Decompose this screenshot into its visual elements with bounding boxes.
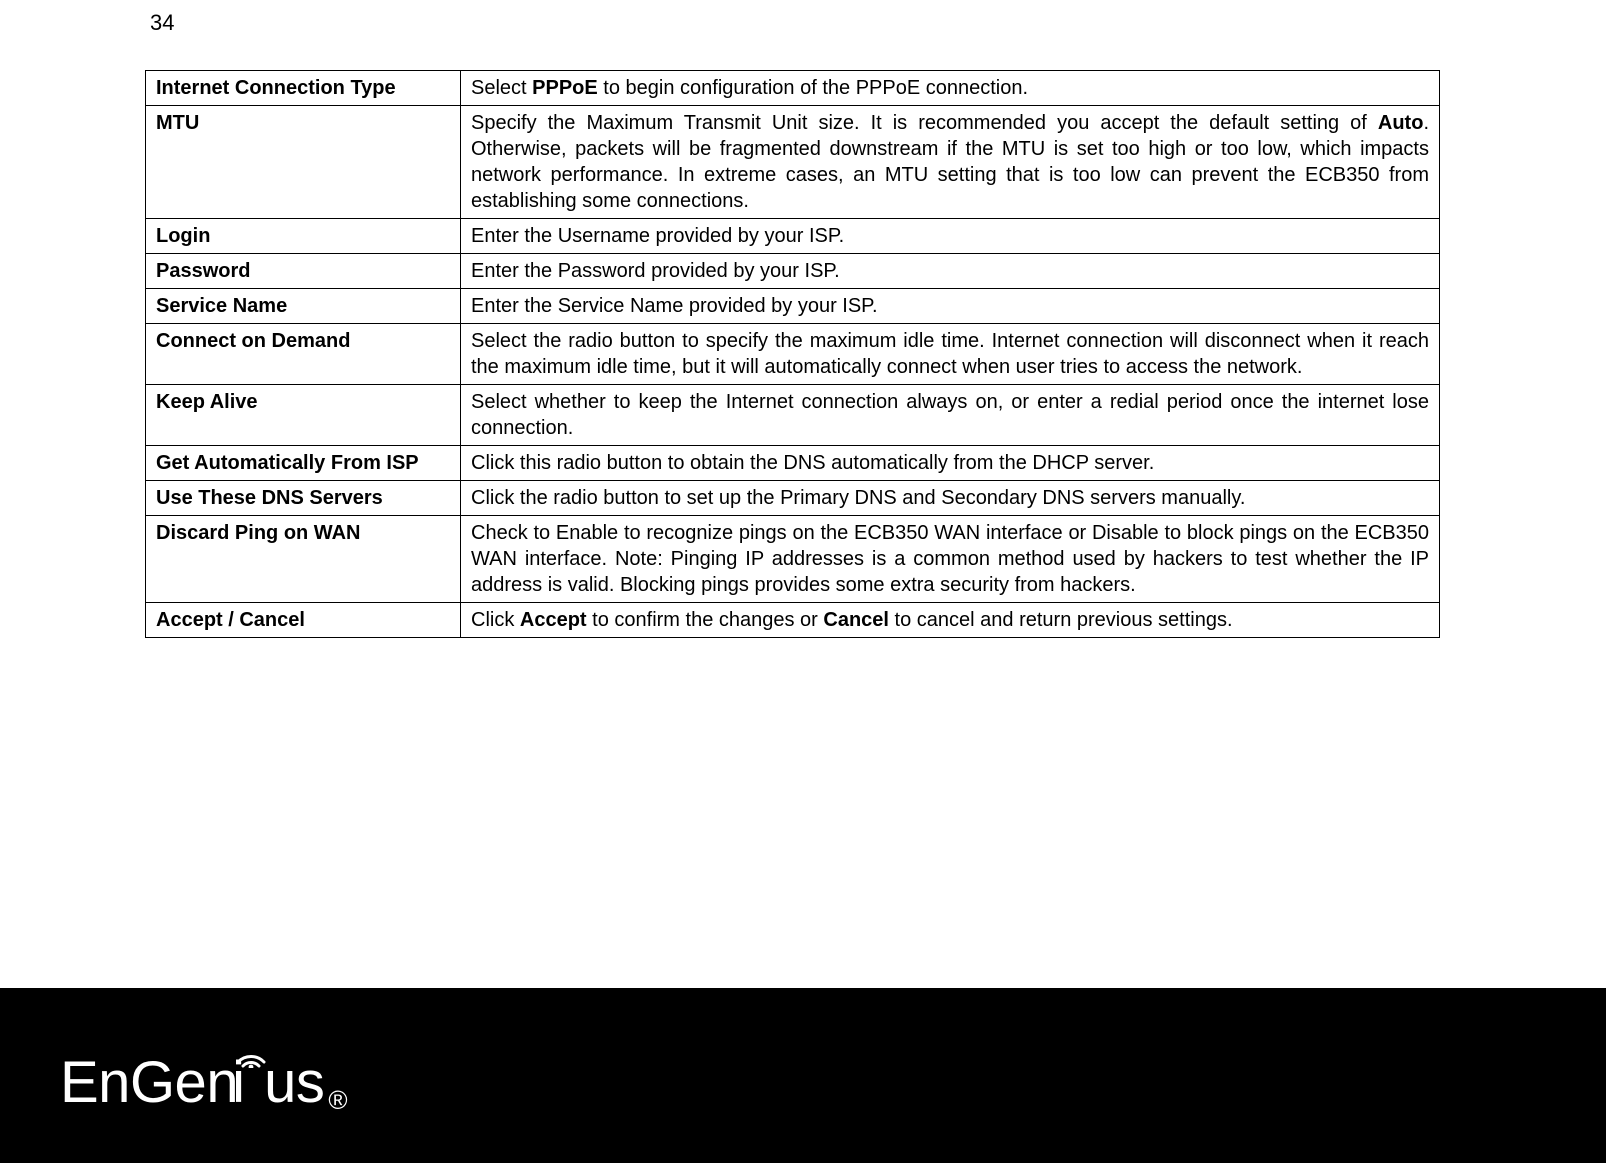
table-row: LoginEnter the Username provided by your… bbox=[146, 219, 1440, 254]
setting-label: Accept / Cancel bbox=[146, 603, 461, 638]
setting-description: Check to Enable to recognize pings on th… bbox=[461, 516, 1440, 603]
settings-table: Internet Connection TypeSelect PPPoE to … bbox=[145, 70, 1440, 638]
setting-label: Password bbox=[146, 254, 461, 289]
wifi-icon: i i bbox=[232, 1049, 270, 1116]
table-row: Keep AliveSelect whether to keep the Int… bbox=[146, 385, 1440, 446]
setting-label: Get Automatically From ISP bbox=[146, 446, 461, 481]
setting-description: Enter the Password provided by your ISP. bbox=[461, 254, 1440, 289]
table-row: Discard Ping on WANCheck to Enable to re… bbox=[146, 516, 1440, 603]
table-row: Internet Connection TypeSelect PPPoE to … bbox=[146, 71, 1440, 106]
table-row: Use These DNS ServersClick the radio but… bbox=[146, 481, 1440, 516]
table-row: Service NameEnter the Service Name provi… bbox=[146, 289, 1440, 324]
setting-description: Select whether to keep the Internet conn… bbox=[461, 385, 1440, 446]
brand-text-right: us bbox=[264, 1049, 324, 1116]
registered-mark: ® bbox=[328, 1085, 347, 1116]
table-row: Connect on DemandSelect the radio button… bbox=[146, 324, 1440, 385]
setting-label: Discard Ping on WAN bbox=[146, 516, 461, 603]
setting-description: Click Accept to confirm the changes or C… bbox=[461, 603, 1440, 638]
table-row: PasswordEnter the Password provided by y… bbox=[146, 254, 1440, 289]
setting-label: Internet Connection Type bbox=[146, 71, 461, 106]
setting-description: Specify the Maximum Transmit Unit size. … bbox=[461, 106, 1440, 219]
setting-label: Use These DNS Servers bbox=[146, 481, 461, 516]
document-page: 34 Internet Connection TypeSelect PPPoE … bbox=[0, 0, 1606, 1163]
page-number: 34 bbox=[150, 10, 174, 36]
setting-description: Select the radio button to specify the m… bbox=[461, 324, 1440, 385]
brand-logo: EnGen i i us ® bbox=[0, 1036, 348, 1116]
setting-label: Connect on Demand bbox=[146, 324, 461, 385]
table-row: Accept / CancelClick Accept to confirm t… bbox=[146, 603, 1440, 638]
setting-description: Select PPPoE to begin configuration of t… bbox=[461, 71, 1440, 106]
setting-description: Enter the Service Name provided by your … bbox=[461, 289, 1440, 324]
setting-description: Click this radio button to obtain the DN… bbox=[461, 446, 1440, 481]
setting-description: Enter the Username provided by your ISP. bbox=[461, 219, 1440, 254]
table-row: Get Automatically From ISPClick this rad… bbox=[146, 446, 1440, 481]
footer-bar: EnGen i i us ® bbox=[0, 988, 1606, 1163]
table-row: MTUSpecify the Maximum Transmit Unit siz… bbox=[146, 106, 1440, 219]
setting-label: Service Name bbox=[146, 289, 461, 324]
setting-label: Login bbox=[146, 219, 461, 254]
settings-table-wrap: Internet Connection TypeSelect PPPoE to … bbox=[145, 70, 1440, 638]
setting-description: Click the radio button to set up the Pri… bbox=[461, 481, 1440, 516]
setting-label: MTU bbox=[146, 106, 461, 219]
brand-text-left: EnGen bbox=[60, 1049, 238, 1116]
setting-label: Keep Alive bbox=[146, 385, 461, 446]
